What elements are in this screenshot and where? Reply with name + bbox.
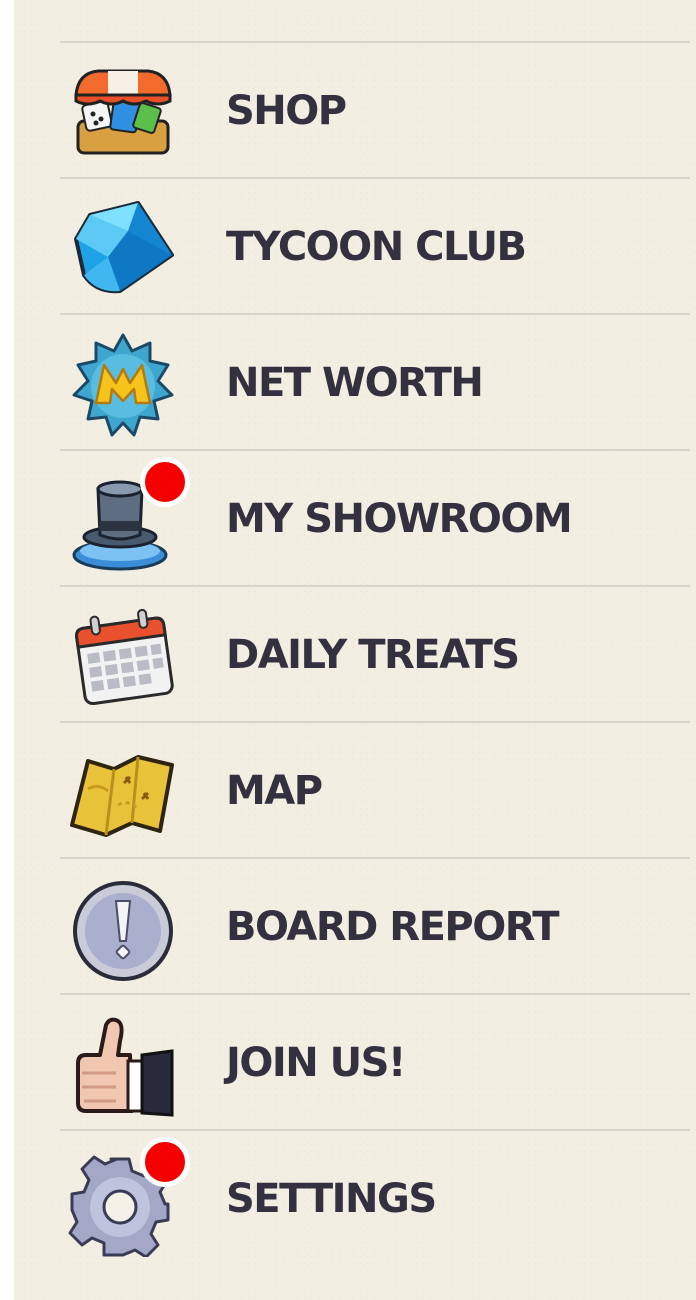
menu-item-label: SHOP bbox=[226, 88, 347, 134]
calendar-icon bbox=[68, 603, 178, 713]
menu-item-label: DAILY TREATS bbox=[226, 632, 520, 678]
menu-list: SHOP TYCOON CLUB NET WORTH MY SHOWROOM D… bbox=[60, 41, 690, 1265]
menu-item-label: JOIN US! bbox=[226, 1040, 406, 1086]
menu-item-join-us[interactable]: JOIN US! bbox=[60, 993, 690, 1129]
menu-item-shop[interactable]: SHOP bbox=[60, 41, 690, 177]
menu-item-label: TYCOON CLUB bbox=[226, 224, 527, 270]
menu-item-tycoon-club[interactable]: TYCOON CLUB bbox=[60, 177, 690, 313]
menu-item-settings[interactable]: SETTINGS bbox=[60, 1129, 690, 1265]
menu-item-board-report[interactable]: BOARD REPORT bbox=[60, 857, 690, 993]
menu-item-map[interactable]: MAP bbox=[60, 721, 690, 857]
notification-badge bbox=[140, 1137, 190, 1187]
menu-item-label: MY SHOWROOM bbox=[226, 496, 573, 542]
menu-item-label: MAP bbox=[226, 768, 323, 814]
shop-icon bbox=[68, 59, 178, 169]
menu-item-my-showroom[interactable]: MY SHOWROOM bbox=[60, 449, 690, 585]
menu-item-label: BOARD REPORT bbox=[226, 904, 560, 950]
diamond-icon bbox=[68, 195, 178, 305]
side-menu-panel: SHOP TYCOON CLUB NET WORTH MY SHOWROOM D… bbox=[14, 0, 696, 1300]
menu-item-label: NET WORTH bbox=[226, 360, 484, 406]
map-icon bbox=[68, 739, 178, 849]
menu-item-daily-treats[interactable]: DAILY TREATS bbox=[60, 585, 690, 721]
notification-badge bbox=[140, 457, 190, 507]
menu-item-label: SETTINGS bbox=[226, 1176, 437, 1222]
menu-item-net-worth[interactable]: NET WORTH bbox=[60, 313, 690, 449]
alert-icon bbox=[68, 875, 178, 985]
net-worth-icon bbox=[68, 331, 178, 441]
thumbs-up-icon bbox=[68, 1011, 178, 1121]
